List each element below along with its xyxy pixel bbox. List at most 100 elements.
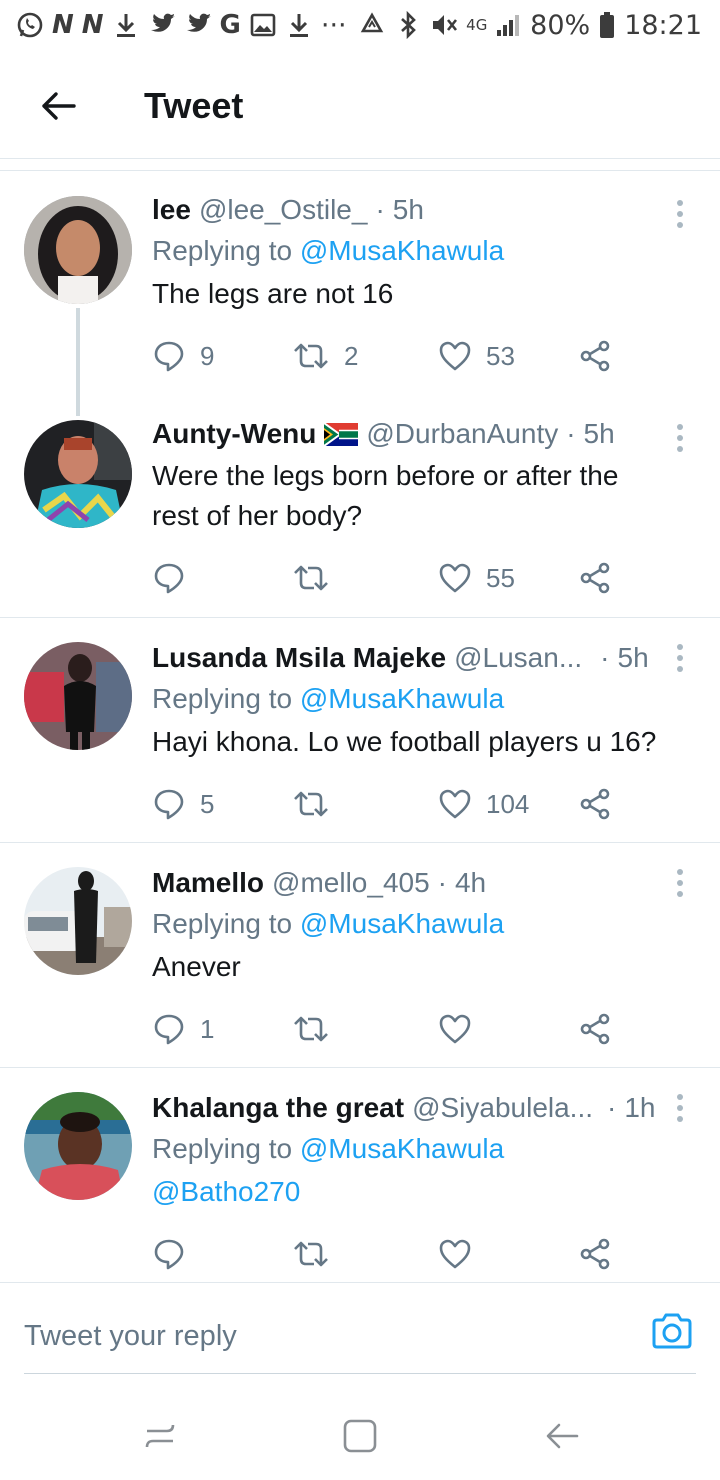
user-handle[interactable]: @mello_405	[272, 865, 430, 901]
share-button[interactable]	[578, 1009, 612, 1049]
mute-icon	[430, 11, 458, 39]
arrow-left-icon	[42, 92, 76, 120]
retweet-button[interactable]	[292, 1234, 330, 1274]
avatar[interactable]	[24, 420, 132, 528]
mention-link[interactable]: @MusaKhawula	[300, 683, 504, 714]
display-name[interactable]: Lusanda Msila Majeke	[152, 640, 446, 676]
reply-button[interactable]: 1	[152, 1009, 214, 1049]
mention-link[interactable]: @MusaKhawula	[300, 908, 504, 939]
tweet-item[interactable]: Lusanda Msila Majeke @Lusan... · 5h Repl…	[0, 618, 720, 843]
retweet-button[interactable]: 2	[292, 336, 358, 376]
reply-icon	[154, 789, 184, 820]
more-options-button[interactable]	[670, 196, 690, 232]
recent-apps-button[interactable]	[136, 1412, 184, 1460]
more-options-button[interactable]	[670, 420, 690, 456]
tweet-item[interactable]: Aunty-Wenu @DurbanAunty · 5h Were the le…	[0, 392, 720, 618]
avatar[interactable]	[24, 867, 132, 975]
user-handle[interactable]: @Siyabulela...	[412, 1090, 593, 1126]
reply-icon	[154, 1014, 184, 1045]
home-button[interactable]	[336, 1412, 384, 1460]
whatsapp-icon	[16, 11, 44, 39]
home-icon	[343, 1419, 377, 1453]
tweet-item[interactable]: lee @lee_Ostile_ · 5h Replying to @MusaK…	[0, 172, 720, 416]
display-name[interactable]: Khalanga the great	[152, 1090, 404, 1126]
user-handle[interactable]: @lee_Ostile_	[199, 192, 368, 228]
nav-back-button[interactable]	[538, 1412, 586, 1460]
reply-icon	[154, 1239, 184, 1270]
user-handle[interactable]: @Lusan...	[454, 640, 582, 676]
like-button[interactable]: 55	[438, 558, 515, 598]
network-type: 4G	[466, 16, 488, 34]
recycle-icon	[358, 11, 386, 39]
tweet-text-line: Were the legs born before or after the	[152, 460, 619, 491]
user-handle[interactable]: @DurbanAunty	[366, 416, 558, 452]
display-name[interactable]: Mamello	[152, 865, 264, 901]
battery-percent: 80%	[530, 9, 591, 41]
tweet-actions	[152, 1234, 652, 1274]
more-options-button[interactable]	[670, 865, 690, 901]
avatar[interactable]	[24, 642, 132, 750]
mention-link[interactable]: @MusaKhawula	[300, 235, 504, 266]
like-count: 55	[486, 562, 515, 593]
tweet-header: Mamello @mello_405 · 4h	[152, 865, 690, 901]
reply-button[interactable]: 9	[152, 336, 214, 376]
reply-count: 1	[200, 1013, 215, 1044]
like-button[interactable]: 53	[438, 336, 515, 376]
more-options-button[interactable]	[670, 640, 690, 676]
reply-button[interactable]	[152, 1234, 186, 1274]
share-button[interactable]	[578, 336, 612, 376]
battery-icon	[598, 11, 616, 39]
divider	[0, 170, 720, 171]
heart-icon	[439, 1239, 471, 1269]
reply-count: 5	[200, 788, 215, 819]
timestamp: 5h	[392, 194, 424, 225]
timestamp: 5h	[583, 418, 615, 449]
tweet-header: Aunty-Wenu @DurbanAunty · 5h	[152, 416, 690, 452]
tweet-text: The legs are not 16	[152, 278, 394, 309]
gallery-icon	[249, 11, 277, 39]
clock: 18:21	[624, 9, 702, 41]
camera-button[interactable]	[650, 1311, 694, 1355]
tweet-item[interactable]: Mamello @mello_405 · 4h Replying to @Mus…	[0, 843, 720, 1068]
share-button[interactable]	[578, 1234, 612, 1274]
display-name[interactable]: lee	[152, 192, 191, 228]
timestamp: 4h	[454, 867, 487, 898]
display-name[interactable]: Aunty-Wenu	[152, 416, 316, 452]
share-icon	[580, 340, 610, 372]
tweet-text-line: rest of her body?	[152, 500, 363, 531]
like-button[interactable]	[438, 1234, 472, 1274]
retweet-icon	[294, 1241, 328, 1267]
tweet-item[interactable]: Khalanga the great @Siyabulela... · 1h R…	[0, 1068, 720, 1282]
retweet-count: 2	[344, 340, 359, 371]
news-icon: N	[52, 10, 74, 40]
heart-icon	[439, 563, 471, 593]
back-icon	[546, 1423, 579, 1449]
share-button[interactable]	[578, 784, 612, 824]
reply-icon	[154, 341, 184, 372]
signal-icon	[494, 11, 522, 39]
reply-input[interactable]	[24, 1311, 584, 1361]
retweet-button[interactable]	[292, 1009, 330, 1049]
retweet-button[interactable]	[292, 558, 330, 598]
status-bar: N N G ··· 4G 80% 18:21	[0, 0, 720, 50]
download-icon	[112, 11, 140, 39]
news-icon: N	[81, 10, 104, 40]
back-button[interactable]	[28, 76, 88, 136]
avatar[interactable]	[24, 196, 132, 304]
like-button[interactable]: 104	[438, 784, 529, 824]
tweet-actions: 5 104	[152, 784, 652, 824]
like-button[interactable]	[438, 1009, 472, 1049]
avatar[interactable]	[24, 1092, 132, 1200]
mention-link[interactable]: @MusaKhawula	[300, 1133, 504, 1164]
heart-icon	[439, 341, 471, 371]
reply-button[interactable]: 5	[152, 784, 214, 824]
retweet-button[interactable]	[292, 784, 330, 824]
more-options-button[interactable]	[670, 1090, 690, 1126]
retweet-icon	[294, 1016, 328, 1042]
reply-button[interactable]	[152, 558, 186, 598]
reply-count: 9	[200, 340, 215, 371]
mention-link[interactable]: @Batho270	[152, 1176, 300, 1207]
share-button[interactable]	[578, 558, 612, 598]
like-count: 53	[486, 340, 515, 371]
input-underline	[24, 1373, 696, 1374]
